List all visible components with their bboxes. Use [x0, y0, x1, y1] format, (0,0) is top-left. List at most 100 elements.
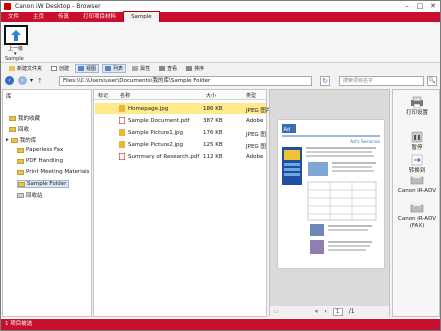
image-file-icon [119, 141, 125, 148]
view-icon [78, 66, 85, 71]
tree-item-favorites[interactable]: 我的收藏 [9, 114, 40, 122]
file-size: 112 KB [203, 154, 223, 160]
svg-text:Ad: Ad [284, 127, 291, 133]
column-size[interactable]: 大小 [206, 92, 216, 99]
close-button[interactable]: ✕ [429, 2, 437, 11]
printer-icon [410, 175, 424, 185]
canon-iradv-fax-button[interactable]: Canon iR-ADV (FAX) [396, 202, 438, 230]
file-row[interactable]: Sample Picture1.jpg 176 KB JPEG 图 [95, 127, 266, 138]
file-type: Adobe [246, 154, 264, 160]
file-size: 125 KB [203, 142, 223, 148]
minimize-button[interactable]: – [403, 2, 411, 11]
document-icon [51, 66, 58, 71]
file-type: JPEG 图片 [246, 108, 272, 114]
canon-iradv-button[interactable]: Canon iR-ADV [396, 174, 438, 195]
page-number-input[interactable]: 1 [332, 307, 343, 316]
pause-button[interactable]: 暂停 [396, 131, 438, 152]
app-icon [4, 3, 11, 10]
menu-bar: 文件 主页 传真 打印项目材料 Sample [1, 11, 440, 22]
column-mark[interactable]: 标记 [98, 92, 108, 99]
list-button[interactable]: 列表 [102, 64, 127, 73]
menu-print-materials[interactable]: 打印项目材料 [76, 12, 123, 22]
list-icon [105, 66, 112, 71]
tree-item-pdf-handling[interactable]: PDF Handling [17, 158, 63, 164]
tree-item-recycle[interactable]: 回收 [9, 125, 29, 133]
menu-file[interactable]: 文件 [1, 12, 26, 22]
preview-page: Ad Ad's Services [278, 120, 384, 268]
sort-button[interactable]: 排序 [183, 64, 207, 73]
folder-icon [9, 126, 16, 132]
back-button[interactable]: ‹ [5, 76, 14, 85]
first-page-button[interactable]: « [315, 308, 319, 315]
menu-sample[interactable]: Sample [123, 11, 160, 22]
file-row[interactable]: Sample Picture2.jpg 125 KB JPEG 图 [95, 139, 266, 150]
fax-icon [410, 203, 424, 213]
address-bar-row: ‹ › ▾ ↑ Files:\\C:\Users\user\Documents\… [1, 74, 440, 87]
library-icon [10, 137, 18, 143]
folder-icon [17, 158, 24, 164]
page-total: /1 [348, 308, 355, 315]
column-name[interactable]: 名称 [120, 92, 130, 99]
folder-tree: 库 我的收藏 回收 ▸ 我的库 Paperless Fax PDF Handlin… [2, 89, 92, 317]
tree-item-trash[interactable]: 回收站 [17, 191, 43, 199]
pause-icon [411, 131, 423, 143]
refresh-button[interactable]: ↻ [320, 76, 330, 86]
file-type: JPEG 图 [246, 132, 266, 138]
nav-history-icon[interactable]: ▾ [30, 77, 33, 84]
ribbon: 上一级 ▾ Sample [1, 22, 440, 63]
up-level-button[interactable] [4, 25, 28, 45]
trash-icon [17, 192, 24, 198]
folder-icon [18, 181, 25, 187]
menu-fax[interactable]: 传真 [51, 12, 76, 22]
prev-page-button[interactable]: ‹ [324, 308, 326, 315]
look-button[interactable]: 查看 [156, 64, 180, 73]
search-button[interactable]: 🔍 [427, 76, 437, 86]
tree-header: 库 [6, 94, 12, 100]
view-button[interactable]: 视图 [75, 64, 100, 73]
file-name: Homepage.jpg [128, 106, 169, 112]
file-type: Adobe [246, 118, 264, 124]
browser-window: Canon iW Desktop - Browser – □ ✕ 文件 主页 传… [0, 0, 441, 331]
file-size: 176 KB [203, 130, 223, 136]
tree-item-sample-folder[interactable]: Sample Folder [17, 180, 70, 188]
file-size: 387 KB [203, 118, 223, 124]
title-bar: Canon iW Desktop - Browser – □ ✕ [1, 1, 440, 12]
menu-home[interactable]: 主页 [26, 12, 51, 22]
properties-button[interactable]: 属性 [129, 64, 153, 73]
file-list: 标记 名称 大小 类型 Homepage.jpg 186 KB JPEG 图片 … [93, 89, 271, 317]
folder-icon [17, 147, 24, 153]
image-file-icon [119, 129, 125, 136]
action-panel: 打印设置 暂停 转换到 Canon iR-ADV Canon iR-ADV (F… [392, 89, 440, 317]
create-button[interactable]: 创建 [48, 64, 72, 73]
window-controls: – □ ✕ [403, 2, 437, 11]
window-title: Canon iW Desktop - Browser [15, 3, 101, 10]
ribbon-group-label: Sample [5, 56, 24, 62]
toolbar: 新建文件夹 创建 视图 列表 属性 查看 排序 [1, 63, 440, 74]
file-row[interactable]: Homepage.jpg 186 KB JPEG 图片 [95, 103, 271, 114]
column-type[interactable]: 类型 [246, 92, 256, 99]
maximize-button[interactable]: □ [416, 2, 424, 11]
forward-button[interactable]: › [18, 76, 27, 85]
up-folder-icon[interactable]: ↑ [37, 77, 43, 85]
status-bar: 1 项目被选 [1, 319, 440, 330]
sort-icon [186, 66, 193, 71]
file-name: Sample Picture1.jpg [128, 130, 184, 136]
fit-page-icon[interactable]: ▭ [273, 308, 279, 315]
preview-pane: Ad Ad's Services ▭ « ‹ 1 /1 [269, 89, 390, 317]
pdf-file-icon [119, 117, 125, 124]
preview-thumbnail: Ad Ad's Services [282, 124, 380, 254]
tree-item-my-library[interactable]: ▸ 我的库 [6, 136, 36, 144]
properties-icon [132, 66, 139, 71]
tree-item-print-meeting[interactable]: Print Meeting Materials [17, 169, 90, 175]
file-row[interactable]: Summary of Research.pdf 112 KB Adobe [95, 151, 266, 162]
file-row[interactable]: Sample Document.pdf 387 KB Adobe [95, 115, 266, 126]
print-settings-button[interactable]: 打印设置 [396, 96, 438, 117]
tree-item-paperless-fax[interactable]: Paperless Fax [17, 147, 63, 153]
collapse-icon[interactable]: ▸ [6, 137, 9, 143]
address-input[interactable]: Files:\\C:\Users\user\Documents\我的库\Samp… [59, 76, 312, 86]
file-size: 186 KB [203, 106, 223, 112]
folder-icon [9, 115, 16, 121]
convert-button[interactable]: 转换到 [396, 154, 438, 175]
new-folder-button[interactable]: 新建文件夹 [6, 64, 45, 73]
search-input[interactable]: 搜索项目名字 [339, 76, 424, 86]
